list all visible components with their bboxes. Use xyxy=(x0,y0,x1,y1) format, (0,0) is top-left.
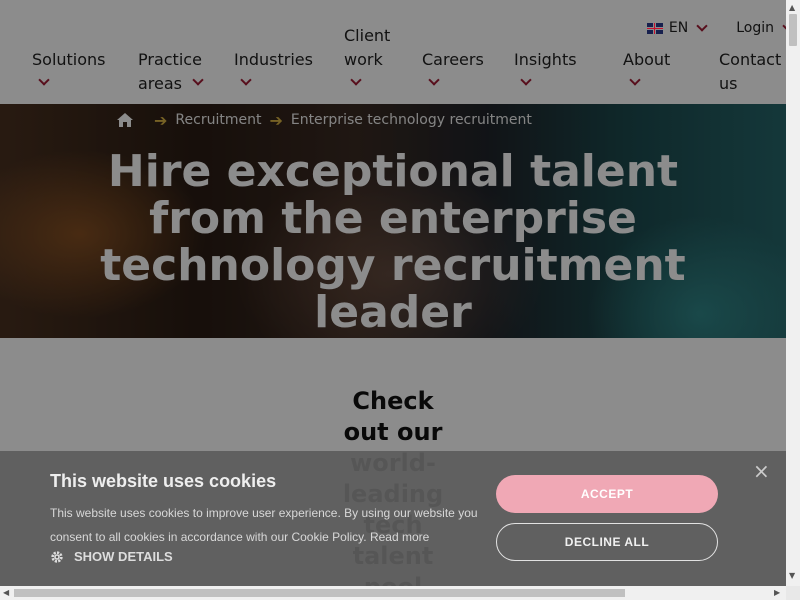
nav-label: Practice areas xyxy=(138,50,202,93)
nav-item-insights[interactable]: Insights xyxy=(514,48,577,86)
breadcrumb-current: Enterprise technology recruitment xyxy=(290,112,532,128)
nav-label: Careers xyxy=(422,50,484,69)
chevron-down-icon xyxy=(350,74,362,86)
site-header: EN Login Solutions Practice areas Indust… xyxy=(0,0,794,104)
nav-item-contact-us[interactable]: Contact us xyxy=(719,48,785,96)
nav-label: Solutions xyxy=(32,50,106,69)
show-details-label: SHOW DETAILS xyxy=(74,549,173,564)
cookie-description: This website uses cookies to improve use… xyxy=(50,501,490,549)
nav-item-practice-areas[interactable]: Practice areas xyxy=(138,48,208,96)
language-selector[interactable]: EN xyxy=(646,19,708,36)
vertical-scrollbar[interactable]: ▲ ▼ xyxy=(786,0,800,586)
hero-title: Hire exceptional talent from the enterpr… xyxy=(100,146,686,338)
login-menu[interactable]: Login xyxy=(736,19,794,36)
nav-item-solutions[interactable]: Solutions xyxy=(32,48,106,86)
nav-label: Insights xyxy=(514,50,577,69)
chevron-down-icon xyxy=(38,74,50,86)
hero-banner: ➔ Recruitment ➔ Enterprise technology re… xyxy=(0,104,786,338)
nav-item-client-work[interactable]: Client work xyxy=(344,24,396,86)
nav-label: Industries xyxy=(234,50,313,69)
read-more-link[interactable]: Read more xyxy=(370,530,429,544)
utility-bar: EN Login xyxy=(646,18,794,38)
nav-label: About xyxy=(623,50,671,69)
chevron-down-icon xyxy=(428,74,440,86)
horizontal-scroll-thumb[interactable] xyxy=(14,589,625,597)
nav-item-industries[interactable]: Industries xyxy=(234,48,313,86)
nav-item-about[interactable]: About xyxy=(623,48,671,86)
scroll-right-icon[interactable]: ▶ xyxy=(774,588,780,597)
nav-label: Contact us xyxy=(719,50,782,93)
scroll-up-icon[interactable]: ▲ xyxy=(789,3,795,12)
chevron-down-icon xyxy=(240,74,252,86)
scroll-down-icon[interactable]: ▼ xyxy=(789,571,795,580)
breadcrumb-link-recruitment[interactable]: Recruitment xyxy=(175,112,261,128)
chevron-down-icon xyxy=(520,74,532,86)
uk-flag-icon xyxy=(646,22,663,34)
home-icon[interactable] xyxy=(116,112,134,128)
breadcrumb: ➔ Recruitment ➔ Enterprise technology re… xyxy=(116,108,532,132)
close-icon[interactable]: × xyxy=(753,459,770,483)
arrow-right-icon: ➔ xyxy=(269,110,283,130)
horizontal-scrollbar[interactable]: ◀ ▶ xyxy=(0,586,786,600)
login-label: Login xyxy=(736,20,774,36)
nav-item-careers[interactable]: Careers xyxy=(422,48,484,86)
gear-icon xyxy=(51,550,63,563)
cookie-title: This website uses cookies xyxy=(50,471,277,491)
scrollbar-corner xyxy=(786,586,800,600)
chevron-down-icon xyxy=(629,74,641,86)
show-details-toggle[interactable]: SHOW DETAILS xyxy=(50,549,173,564)
nav-label: Client work xyxy=(344,26,391,69)
chevron-down-icon xyxy=(192,74,204,86)
vertical-scroll-thumb[interactable] xyxy=(789,14,797,46)
cookie-banner: This website uses cookies This website u… xyxy=(0,451,786,586)
language-label: EN xyxy=(668,20,689,36)
chevron-down-icon xyxy=(696,19,708,32)
scroll-left-icon[interactable]: ◀ xyxy=(3,588,9,597)
arrow-right-icon: ➔ xyxy=(154,110,168,130)
accept-button[interactable]: ACCEPT xyxy=(496,475,718,513)
decline-all-button[interactable]: DECLINE ALL xyxy=(496,523,718,561)
